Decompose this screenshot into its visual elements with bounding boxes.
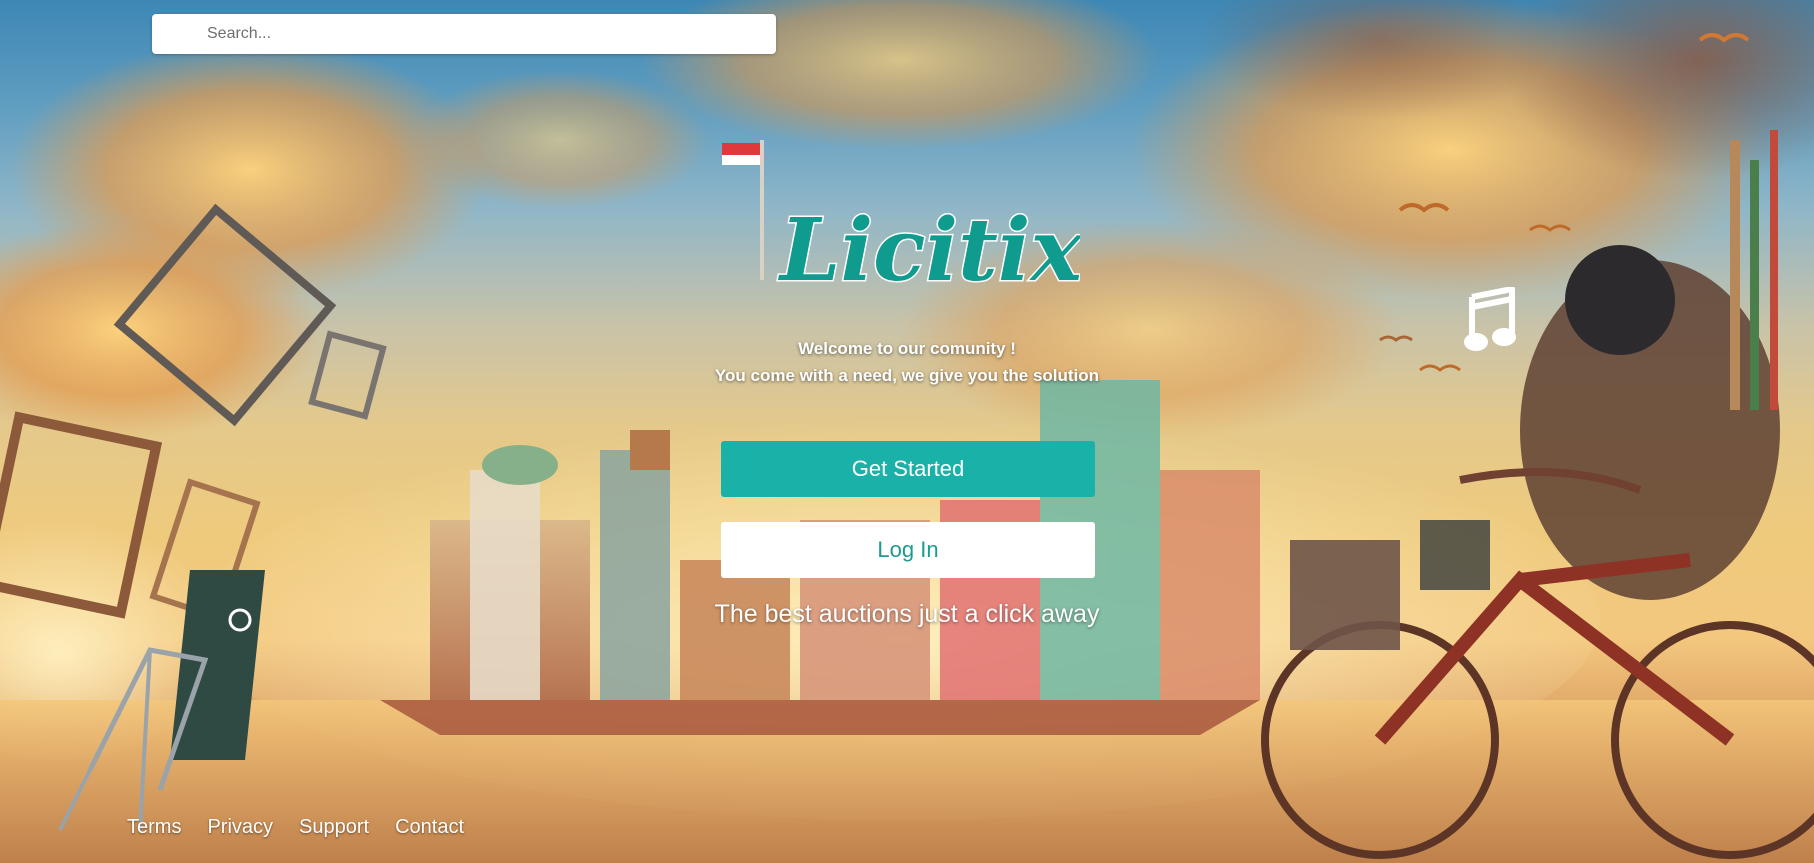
welcome-line-1: Welcome to our comunity ! (798, 339, 1016, 358)
login-button[interactable]: Log In (721, 522, 1095, 578)
footer-link-terms[interactable]: Terms (127, 816, 181, 839)
logo-text: Licitix (777, 200, 1080, 301)
background-illustration (0, 0, 1814, 863)
landing-page: Licitix Welcome to our comunity ! You co… (0, 0, 1814, 863)
welcome-line-2: You come with a need, we give you the so… (714, 366, 1100, 385)
get-started-button[interactable]: Get Started (721, 441, 1095, 497)
licitix-logo: Licitix (776, 199, 1081, 303)
footer-link-contact[interactable]: Contact (395, 816, 464, 839)
footer-nav: Terms Privacy Support Contact (127, 816, 464, 839)
tagline: The best auctions just a click away (714, 600, 1100, 628)
footer-link-privacy[interactable]: Privacy (207, 816, 273, 839)
welcome-message: Welcome to our comunity ! You come with … (657, 335, 1157, 389)
music-note-icon[interactable] (1464, 287, 1524, 357)
search-bar (152, 14, 776, 54)
footer-link-support[interactable]: Support (299, 816, 369, 839)
search-input[interactable] (207, 14, 767, 54)
